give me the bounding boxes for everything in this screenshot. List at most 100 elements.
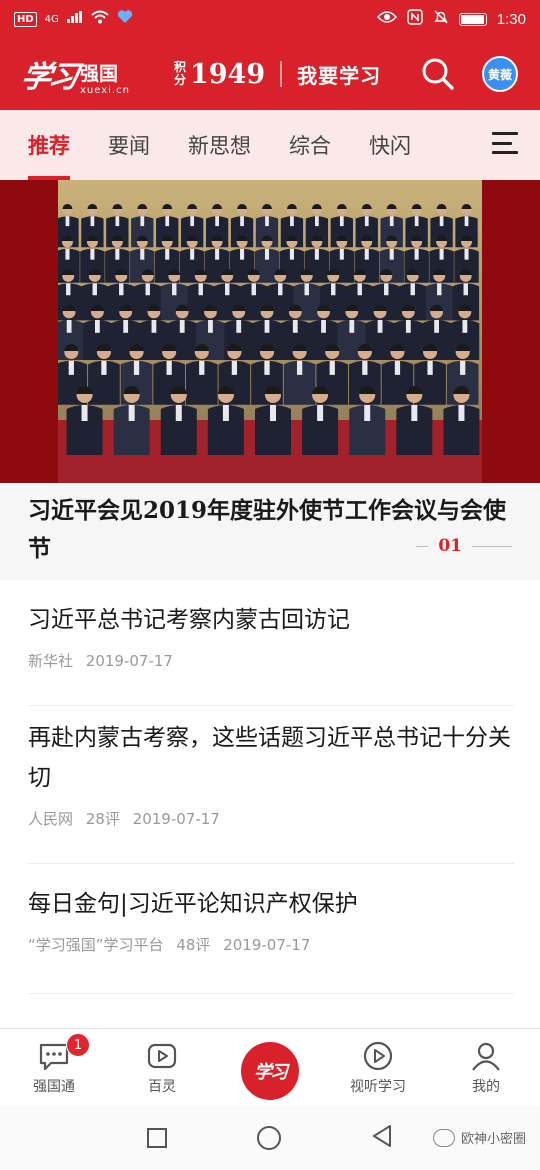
person-shirt xyxy=(119,283,124,296)
nav-label: 强国通 xyxy=(33,1079,75,1095)
study-button[interactable]: 我要学习 xyxy=(297,60,381,89)
points-display[interactable]: 积 分 1949 xyxy=(174,59,265,90)
logo-script: 学习 xyxy=(18,60,79,95)
group-photo xyxy=(58,180,482,483)
clock: 1:30 xyxy=(496,10,526,28)
mute-bell-icon xyxy=(433,9,449,29)
person-shirt xyxy=(384,283,389,296)
person-shirt xyxy=(172,283,177,296)
person-shirt xyxy=(265,216,269,227)
person-shirt xyxy=(410,283,415,296)
nav-xuexi-home[interactable]: 学习 xyxy=(216,1029,324,1106)
news-source: 人民网 xyxy=(28,810,74,828)
app-logo[interactable]: 学习 强国 xuexi.cn xyxy=(18,52,130,96)
home-button[interactable] xyxy=(257,1126,281,1150)
nav-bailing[interactable]: 百灵 xyxy=(108,1029,216,1106)
person-shirt xyxy=(66,283,71,296)
signal-icon xyxy=(66,11,83,27)
news-item[interactable]: 每日金句|习近平论知识产权保护 “学习强国”学习平台 48评 2019-07-1… xyxy=(28,884,514,994)
back-button[interactable] xyxy=(371,1124,393,1152)
nav-qiangguotong[interactable]: 1 强国通 xyxy=(0,1029,108,1106)
news-comments: 48评 xyxy=(176,936,211,954)
news-item[interactable]: 习近平总书记考察内蒙古回访记 新华社 2019-07-17 xyxy=(28,600,514,706)
person-shirt xyxy=(65,216,70,227)
person-shirt xyxy=(289,248,294,260)
video-icon xyxy=(147,1043,177,1069)
watermark: 欧神小密圈 xyxy=(432,1128,526,1147)
person-shirt xyxy=(389,248,394,260)
person-shirt xyxy=(240,248,245,260)
person-shirt xyxy=(439,216,444,227)
person-shirt xyxy=(278,283,283,296)
person-shirt xyxy=(95,320,100,333)
person-shirt xyxy=(364,405,371,421)
eye-icon xyxy=(376,10,397,28)
wechat-icon xyxy=(432,1128,455,1147)
hero-index-number: 01 xyxy=(438,536,462,556)
person-shirt xyxy=(128,405,135,421)
news-source: 新华社 xyxy=(28,652,74,670)
person-shirt xyxy=(151,320,157,333)
tab-news[interactable]: 要闻 xyxy=(108,110,150,180)
logo-name: 强国 xyxy=(80,63,119,85)
person-shirt xyxy=(439,248,444,260)
person-shirt xyxy=(231,360,238,375)
person-shirt xyxy=(329,360,335,375)
person-shirt xyxy=(414,216,419,227)
hero-card[interactable]: 习近平会见2019年度驻外使节工作会议与会使节 01 xyxy=(0,180,540,580)
signal-label: 4G xyxy=(44,13,59,25)
logo-domain: xuexi.cn xyxy=(80,85,130,96)
tab-new-thought[interactable]: 新思想 xyxy=(188,110,251,180)
person-shirt xyxy=(123,320,129,333)
wifi-icon xyxy=(91,10,109,28)
search-icon xyxy=(422,58,454,90)
watermark-text: 欧神小密圈 xyxy=(460,1132,526,1147)
person-shirt xyxy=(140,248,145,260)
tab-recommend[interactable]: 推荐 xyxy=(28,110,70,180)
header-divider xyxy=(280,61,283,87)
person-shirt xyxy=(190,248,195,260)
person-shirt xyxy=(92,283,97,296)
person-shirt xyxy=(81,405,88,421)
person-shirt xyxy=(270,405,276,421)
status-bar: HD 4G 1:30 xyxy=(0,0,540,38)
news-date: 2019-07-17 xyxy=(223,936,311,954)
hero-title[interactable]: 习近平会见2019年度驻外使节工作会议与会使节 xyxy=(28,492,518,568)
play-icon xyxy=(363,1041,393,1071)
tab-bar: 推荐 要闻 新思想 综合 快闪 xyxy=(0,110,540,180)
person-shirt xyxy=(166,360,172,375)
tab-flash[interactable]: 快闪 xyxy=(369,110,411,180)
person-shirt xyxy=(208,320,213,333)
person-shirt xyxy=(389,216,394,227)
person-shirt xyxy=(304,283,309,296)
person-shirt xyxy=(314,248,319,260)
person-shirt xyxy=(460,360,466,375)
hero-image[interactable] xyxy=(0,180,540,483)
person-shirt xyxy=(458,405,465,421)
tab-general[interactable]: 综合 xyxy=(289,110,331,180)
person-shirt xyxy=(315,216,319,227)
nav-mine[interactable]: 我的 xyxy=(432,1029,540,1106)
person-shirt xyxy=(236,320,242,333)
nav-label: 视听学习 xyxy=(350,1079,406,1095)
person-shirt xyxy=(264,248,270,260)
user-icon xyxy=(472,1042,500,1071)
avatar[interactable]: 黄薇 xyxy=(482,56,518,92)
person-shirt xyxy=(349,320,355,333)
person-shirt xyxy=(101,360,107,375)
news-source: “学习强国”学习平台 xyxy=(28,936,164,954)
person-shirt xyxy=(190,216,195,227)
news-item[interactable]: 再赴内蒙古考察，这些话题习近平总书记十分关切 人民网 28评 2019-07-1… xyxy=(28,718,514,864)
nfc-icon xyxy=(407,9,423,29)
person-shirt xyxy=(175,405,182,421)
search-button[interactable] xyxy=(420,56,456,92)
menu-icon[interactable] xyxy=(492,132,518,154)
person-shirt xyxy=(364,248,369,260)
person-shirt xyxy=(66,320,72,333)
person-shirt xyxy=(198,283,203,296)
back-triangle-icon xyxy=(373,1125,391,1147)
person-shirt xyxy=(90,216,95,227)
person-shirt xyxy=(464,248,469,260)
recents-button[interactable] xyxy=(147,1128,167,1148)
nav-audiovisual[interactable]: 视听学习 xyxy=(324,1029,432,1106)
